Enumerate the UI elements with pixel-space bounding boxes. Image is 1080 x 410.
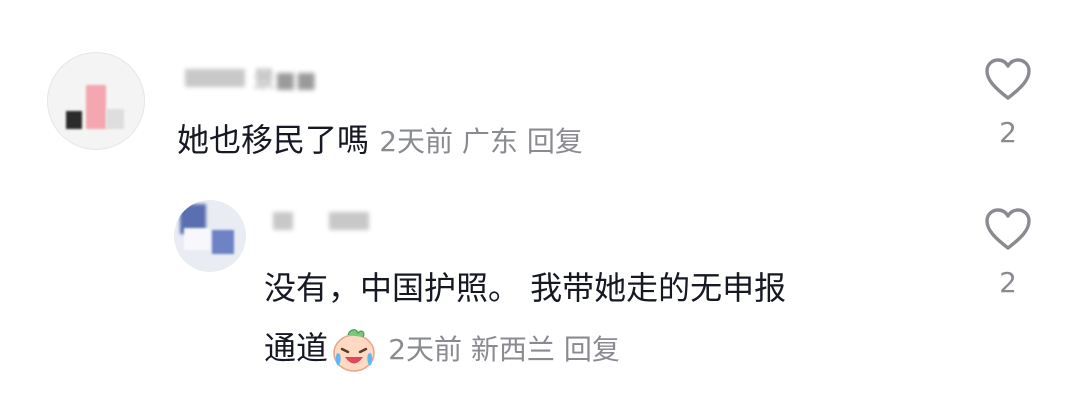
heart-outline-icon xyxy=(985,208,1031,250)
comment-text: 她也移民了嗎 xyxy=(177,121,370,159)
comment-location: 广东 xyxy=(461,125,518,158)
like-button[interactable]: 2 xyxy=(978,206,1038,299)
like-button[interactable]: 2 xyxy=(978,56,1038,149)
reply-button[interactable]: 回复 xyxy=(527,125,583,158)
avatar-pixel-light xyxy=(106,109,124,129)
comment-text-block[interactable]: 没有，中国护照。 我带她走的无申报 通道 2天前 新西兰 回复 xyxy=(264,260,944,378)
username-text: 景■■ xyxy=(253,68,317,93)
username[interactable]: 景■■ xyxy=(185,62,317,94)
username-blur xyxy=(185,69,245,87)
comment-location: 新西兰 xyxy=(470,333,555,366)
comment-time: 2天前 xyxy=(379,125,454,158)
comment-meta: 2天前 广东 回复 xyxy=(379,125,583,158)
comment-text: 没有，中国护照。 我带她走的无申报 xyxy=(264,269,787,307)
comment-text-block[interactable]: 她也移民了嗎 2天前 广东 回复 xyxy=(177,112,583,170)
username-blur xyxy=(329,212,369,230)
reply-comment-item: ■ ■■■ 没有，中国护照。 我带她走的无申报 通道 2天前 新西兰 回复 2 xyxy=(0,190,1080,410)
avatar[interactable] xyxy=(47,52,145,150)
comment-text: 通道 xyxy=(264,329,329,367)
avatar-pixel-dark xyxy=(66,111,82,129)
like-count: 2 xyxy=(999,266,1017,299)
reply-button[interactable]: 回复 xyxy=(564,333,620,366)
avatar-pixel-pink xyxy=(86,85,106,129)
comment-text-line2: 通道 2天前 新西兰 回复 xyxy=(264,320,944,378)
crying-laughing-emoji-icon xyxy=(333,329,375,372)
comment-meta: 2天前 新西兰 回复 xyxy=(388,333,620,366)
avatar[interactable] xyxy=(174,200,246,272)
comment-item: 景■■ 她也移民了嗎 2天前 广东 回复 2 xyxy=(0,0,1080,190)
like-count: 2 xyxy=(999,116,1017,149)
avatar-pixel-blue xyxy=(212,230,234,254)
username-blur xyxy=(273,212,293,230)
comment-time: 2天前 xyxy=(388,333,463,366)
avatar-pixel-white xyxy=(184,228,210,250)
heart-outline-icon xyxy=(985,58,1031,100)
username[interactable]: ■ ■■■ xyxy=(273,212,369,230)
